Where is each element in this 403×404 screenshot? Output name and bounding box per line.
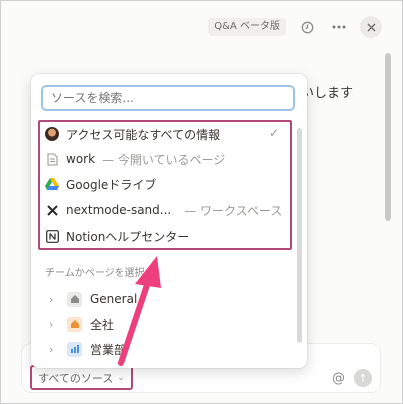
source-item-label: アクセス可能なすべての情報 [66, 127, 221, 142]
source-item-workspace[interactable]: nextmode-sand... — ワークスペース [45, 199, 282, 221]
source-dropdown: アクセス可能なすべての情報 ✓ work — 今開いているページ Googleド… [31, 74, 307, 368]
arrow-up-icon: ↑ [358, 371, 368, 385]
all-sources-button[interactable]: すべてのソース ⌄ [30, 365, 133, 390]
team-item-sales[interactable]: › 営業部 [49, 338, 126, 360]
dropdown-scrollbar[interactable] [297, 128, 302, 343]
chevron-right-icon[interactable]: › [49, 343, 59, 356]
source-item-label: work [66, 152, 96, 166]
chevron-down-icon: ⌄ [117, 372, 125, 383]
google-drive-icon [45, 177, 59, 191]
main-scrollbar[interactable] [385, 53, 391, 221]
avatar-icon [45, 127, 59, 141]
background-message-text: いします [301, 86, 354, 101]
close-icon [367, 23, 375, 31]
clock-icon[interactable] [296, 16, 318, 38]
house-icon [67, 316, 82, 332]
source-item-label: Googleドライブ [66, 177, 157, 192]
chart-icon [67, 341, 82, 357]
beta-badge: Q&A ベータ版 [208, 18, 286, 36]
x-icon [45, 203, 59, 217]
source-search-input[interactable] [41, 85, 295, 111]
team-item-label: 営業部 [90, 342, 127, 357]
team-item-label: 全社 [90, 317, 115, 332]
house-icon [67, 291, 82, 307]
team-item-general[interactable]: › General [49, 288, 137, 310]
team-item-company[interactable]: › 全社 [49, 313, 114, 335]
source-item-all[interactable]: アクセス可能なすべての情報 [45, 123, 220, 145]
notion-icon [45, 229, 59, 243]
team-section-label: チームかページを選択 [45, 268, 145, 279]
top-bar: Q&A ベータ版 [208, 15, 382, 39]
source-item-notion-help[interactable]: Notionヘルプセンター [45, 225, 189, 247]
chevron-right-icon[interactable]: › [49, 318, 59, 331]
source-item-label: nextmode-sand... [66, 203, 172, 217]
mention-icon[interactable]: @ [332, 371, 345, 386]
team-item-label: General [90, 292, 138, 306]
app-window: Q&A ベータ版 いします すべてのソース ⌄ @ ↑ アクセス可能なすべての情… [0, 0, 403, 404]
send-button[interactable]: ↑ [354, 369, 372, 387]
chevron-right-icon[interactable]: › [49, 293, 59, 306]
check-icon: ✓ [269, 126, 280, 140]
all-sources-label: すべてのソース [38, 371, 114, 385]
source-item-work[interactable]: work — 今開いているページ [45, 148, 225, 170]
page-icon [45, 152, 59, 166]
more-icon[interactable] [328, 16, 350, 38]
source-item-label: Notionヘルプセンター [66, 229, 190, 244]
source-item-google-drive[interactable]: Googleドライブ [45, 173, 156, 195]
source-item-sub: — 今開いているページ [102, 152, 226, 167]
source-item-sub: — ワークスペース [184, 203, 283, 218]
close-button[interactable] [360, 16, 382, 38]
